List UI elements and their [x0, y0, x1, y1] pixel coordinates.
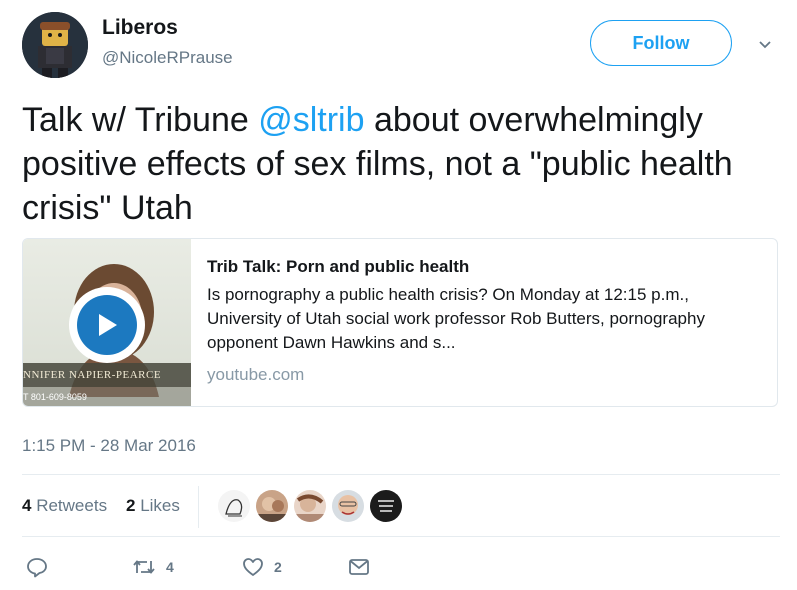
heart-icon [243, 558, 263, 576]
tweet-stats: 4 Retweets 2 Likes [22, 476, 780, 536]
display-name[interactable]: Liberos [102, 16, 178, 40]
thumbnail-caption: NNIFER NAPIER-PEARCE [23, 363, 191, 387]
tweet-header: Liberos @NicoleRPrause Follow [22, 12, 782, 78]
card-description: Is pornography a public health crisis? O… [207, 285, 705, 352]
thumbnail-phone: T 801-609-8059 [23, 387, 191, 406]
retweets-count: 4 [22, 496, 32, 515]
card-domain: youtube.com [207, 365, 305, 384]
mention-link[interactable]: @sltrib [258, 101, 364, 139]
follow-button[interactable]: Follow [590, 20, 732, 66]
direct-message-button[interactable] [348, 556, 370, 578]
reply-button[interactable] [26, 556, 48, 578]
tweet-timestamp[interactable]: 1:15 PM - 28 Mar 2016 [22, 436, 196, 456]
tweet-text-start: Talk w/ Tribune [22, 101, 259, 139]
liker-avatar[interactable] [370, 490, 402, 522]
like-count: 2 [274, 559, 282, 575]
likes-label: Likes [140, 496, 180, 515]
video-thumbnail[interactable]: NNIFER NAPIER-PEARCE T 801-609-8059 [23, 239, 191, 406]
user-handle[interactable]: @NicoleRPrause [102, 48, 233, 68]
play-button[interactable] [69, 287, 145, 363]
liker-avatar[interactable] [218, 490, 250, 522]
link-card[interactable]: NNIFER NAPIER-PEARCE T 801-609-8059 Trib… [22, 238, 778, 407]
liker-avatar[interactable] [256, 490, 288, 522]
divider [22, 536, 780, 537]
retweets-stat[interactable]: 4 Retweets [22, 496, 107, 516]
card-body: Trib Talk: Porn and public health Is por… [191, 239, 777, 406]
likes-count: 2 [126, 496, 136, 515]
play-icon [99, 314, 117, 336]
like-button[interactable]: 2 [242, 556, 282, 578]
avatar[interactable] [22, 12, 88, 78]
card-title: Trib Talk: Porn and public health [207, 257, 470, 276]
retweet-count: 4 [166, 559, 174, 575]
liker-avatar[interactable] [332, 490, 364, 522]
tweet-text: Talk w/ Tribune @sltrib about overwhelmi… [22, 98, 782, 230]
retweet-button[interactable]: 4 [132, 556, 174, 578]
divider [22, 474, 780, 475]
message-icon [349, 559, 369, 575]
likes-stat[interactable]: 2 Likes [126, 496, 180, 516]
chevron-down-icon[interactable] [758, 38, 772, 52]
retweets-label: Retweets [36, 496, 108, 515]
liker-avatar[interactable] [294, 490, 326, 522]
avatar-image [22, 12, 88, 78]
retweet-icon [133, 560, 155, 574]
stats-separator [198, 486, 199, 528]
tweet-actions: 4 2 [22, 556, 422, 586]
reply-icon [27, 558, 47, 578]
